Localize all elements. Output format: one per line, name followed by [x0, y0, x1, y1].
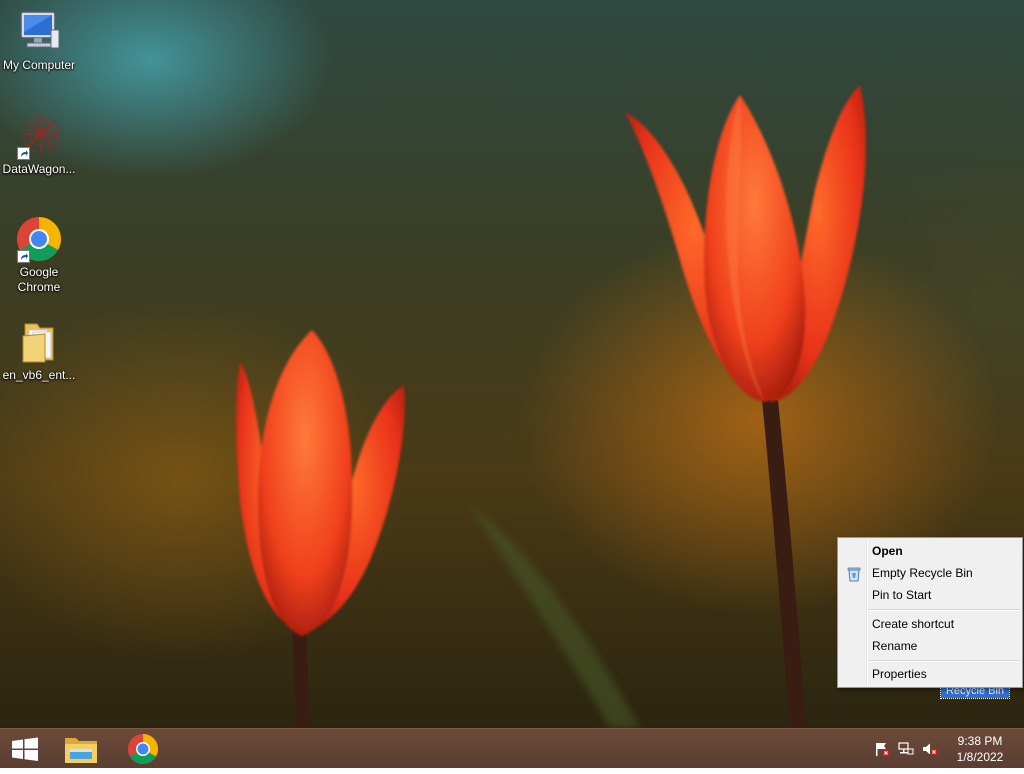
file-explorer-icon	[65, 738, 97, 763]
desktop-icon-label: Google Chrome	[17, 265, 61, 294]
desktop-icon-google-chrome[interactable]: Google Chrome	[0, 215, 78, 295]
chrome-icon	[15, 215, 63, 263]
menu-item-label: Open	[872, 544, 903, 558]
action-center-flag-icon[interactable]	[874, 741, 890, 757]
desktop-icon-en-vb6-ent[interactable]: en_vb6_ent...	[0, 318, 78, 383]
recycle-bin-icon	[846, 566, 862, 582]
computer-icon	[15, 8, 63, 56]
menu-item-label: Empty Recycle Bin	[872, 566, 973, 580]
desktop-icon-label: en_vb6_ent...	[2, 368, 76, 382]
menu-item-label: Rename	[872, 639, 918, 653]
stem-left	[292, 630, 310, 728]
taskbar-chrome[interactable]	[118, 729, 168, 769]
stem-right	[762, 400, 806, 728]
shortcut-arrow-icon	[17, 147, 30, 160]
menu-item-properties[interactable]: Properties	[840, 664, 1020, 685]
shortcut-arrow-icon	[17, 250, 30, 263]
menu-separator	[868, 660, 1020, 662]
desktop-icon-my-computer[interactable]: My Computer	[0, 8, 78, 73]
taskbar-clock[interactable]: 9:38 PM 1/8/2022	[950, 733, 1010, 765]
volume-muted-icon[interactable]	[922, 741, 938, 757]
taskbar: 9:38 PM 1/8/2022	[0, 728, 1024, 768]
menu-item-pin-to-start[interactable]: Pin to Start	[840, 585, 1020, 606]
taskbar-file-explorer[interactable]	[56, 729, 106, 769]
desktop-icon-label: My Computer	[2, 58, 76, 72]
network-icon[interactable]	[898, 741, 914, 757]
menu-item-create-shortcut[interactable]: Create shortcut	[840, 614, 1020, 635]
datawagon-icon	[15, 112, 63, 160]
menu-item-rename[interactable]: Rename	[840, 636, 1020, 657]
context-menu: Open Empty Recycle Bin Pin to Start Crea…	[837, 537, 1023, 688]
blurred-leaf	[470, 505, 640, 728]
menu-item-label: Properties	[872, 667, 927, 681]
menu-separator	[868, 609, 1020, 611]
chrome-icon	[127, 734, 159, 765]
windows-logo-icon	[12, 737, 38, 761]
menu-item-open[interactable]: Open	[840, 541, 1020, 562]
menu-item-label: Pin to Start	[872, 588, 932, 602]
desktop-icon-label: DataWagon...	[2, 162, 76, 176]
clock-date: 1/8/2022	[956, 750, 1004, 764]
clock-time: 9:38 PM	[957, 734, 1003, 748]
desktop[interactable]: My Computer DataWagon... Google Chrome e…	[0, 0, 1024, 728]
menu-item-empty-recycle-bin[interactable]: Empty Recycle Bin	[840, 563, 1020, 584]
desktop-icon-datawagon[interactable]: DataWagon...	[0, 112, 78, 177]
tulip-left	[236, 330, 405, 636]
folder-icon	[15, 318, 63, 366]
start-button[interactable]	[0, 729, 50, 769]
tulip-right	[625, 85, 866, 402]
menu-item-label: Create shortcut	[872, 617, 955, 631]
